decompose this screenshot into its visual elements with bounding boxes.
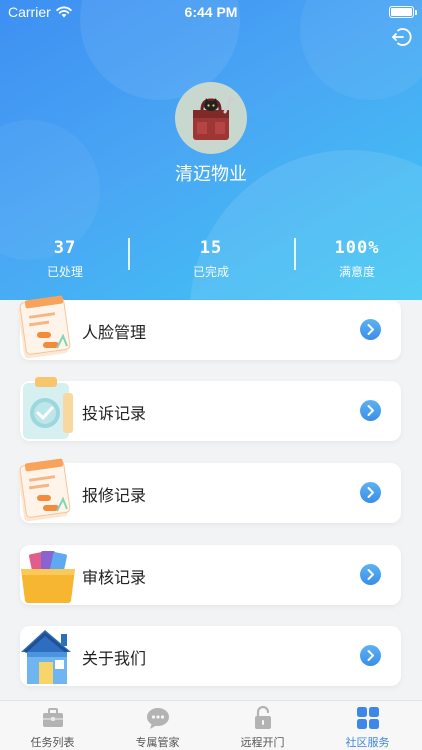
stat-satisfaction: 100% 满意度 (292, 238, 422, 280)
chevron-right-icon[interactable] (360, 400, 381, 421)
stats-divider (128, 238, 130, 270)
form-document-icon (18, 295, 71, 359)
tab-task-list[interactable]: 任务列表 (0, 705, 105, 750)
unlock-icon (254, 705, 271, 729)
menu-label: 审核记录 (82, 568, 147, 587)
menu-review-records[interactable]: 审核记录 (20, 545, 401, 605)
menu-repair-records[interactable]: 报修记录 (18, 458, 401, 523)
stats-row: 37 已处理 15 已完成 100% 满意度 (0, 238, 422, 284)
status-time: 6:44 PM (184, 4, 238, 20)
chevron-right-icon[interactable] (360, 482, 381, 503)
chat-bubble-icon (146, 708, 169, 729)
menu-label: 报修记录 (82, 486, 147, 505)
stat-value: 37 (53, 238, 77, 258)
grid-icon (356, 707, 379, 729)
tab-remote-door[interactable]: 远程开门 (210, 705, 315, 750)
tab-label: 社区服务 (345, 736, 390, 749)
avatar-image (193, 96, 235, 140)
profile-header: Carrier 6:44 PM 清迈物业 37 已处理 15 已完成 100% … (0, 0, 422, 300)
chevron-right-icon[interactable] (360, 319, 381, 340)
tab-dedicated-butler[interactable]: 专属管家 (105, 705, 210, 750)
stat-completed: 15 已完成 (146, 238, 276, 280)
clipboard-check-icon (23, 377, 73, 439)
tab-community-services[interactable]: 社区服务 (315, 705, 420, 750)
battery-icon (389, 6, 417, 18)
stat-label: 满意度 (338, 265, 375, 279)
menu-face-management[interactable]: 人脸管理 (18, 295, 401, 360)
stat-value: 100% (334, 238, 380, 258)
chevron-right-icon[interactable] (360, 564, 381, 585)
form-document-icon (18, 458, 71, 522)
stat-processed: 37 已处理 (0, 238, 130, 280)
menu-about-us[interactable]: 关于我们 (20, 626, 401, 686)
stats-divider (294, 238, 296, 270)
logout-icon[interactable] (390, 26, 412, 48)
menu-label: 关于我们 (82, 649, 147, 668)
tab-label: 远程开门 (240, 736, 285, 749)
briefcase-icon (42, 708, 63, 727)
menu-complaint-records[interactable]: 投诉记录 (20, 377, 401, 441)
tab-label: 任务列表 (30, 736, 75, 749)
company-name: 清迈物业 (175, 164, 247, 185)
tab-label: 专属管家 (135, 736, 180, 749)
menu-label: 人脸管理 (82, 323, 147, 342)
stat-label: 已完成 (192, 265, 229, 279)
house-icon (21, 630, 71, 684)
stat-value: 15 (199, 238, 223, 258)
stat-label: 已处理 (46, 265, 83, 279)
avatar[interactable] (175, 82, 247, 154)
status-bar: Carrier 6:44 PM (0, 0, 422, 24)
folder-files-icon (21, 551, 75, 603)
tab-bar: 任务列表 专属管家 远程开门 社区服务 (0, 700, 422, 750)
chevron-right-icon[interactable] (360, 645, 381, 666)
menu-label: 投诉记录 (82, 404, 147, 423)
